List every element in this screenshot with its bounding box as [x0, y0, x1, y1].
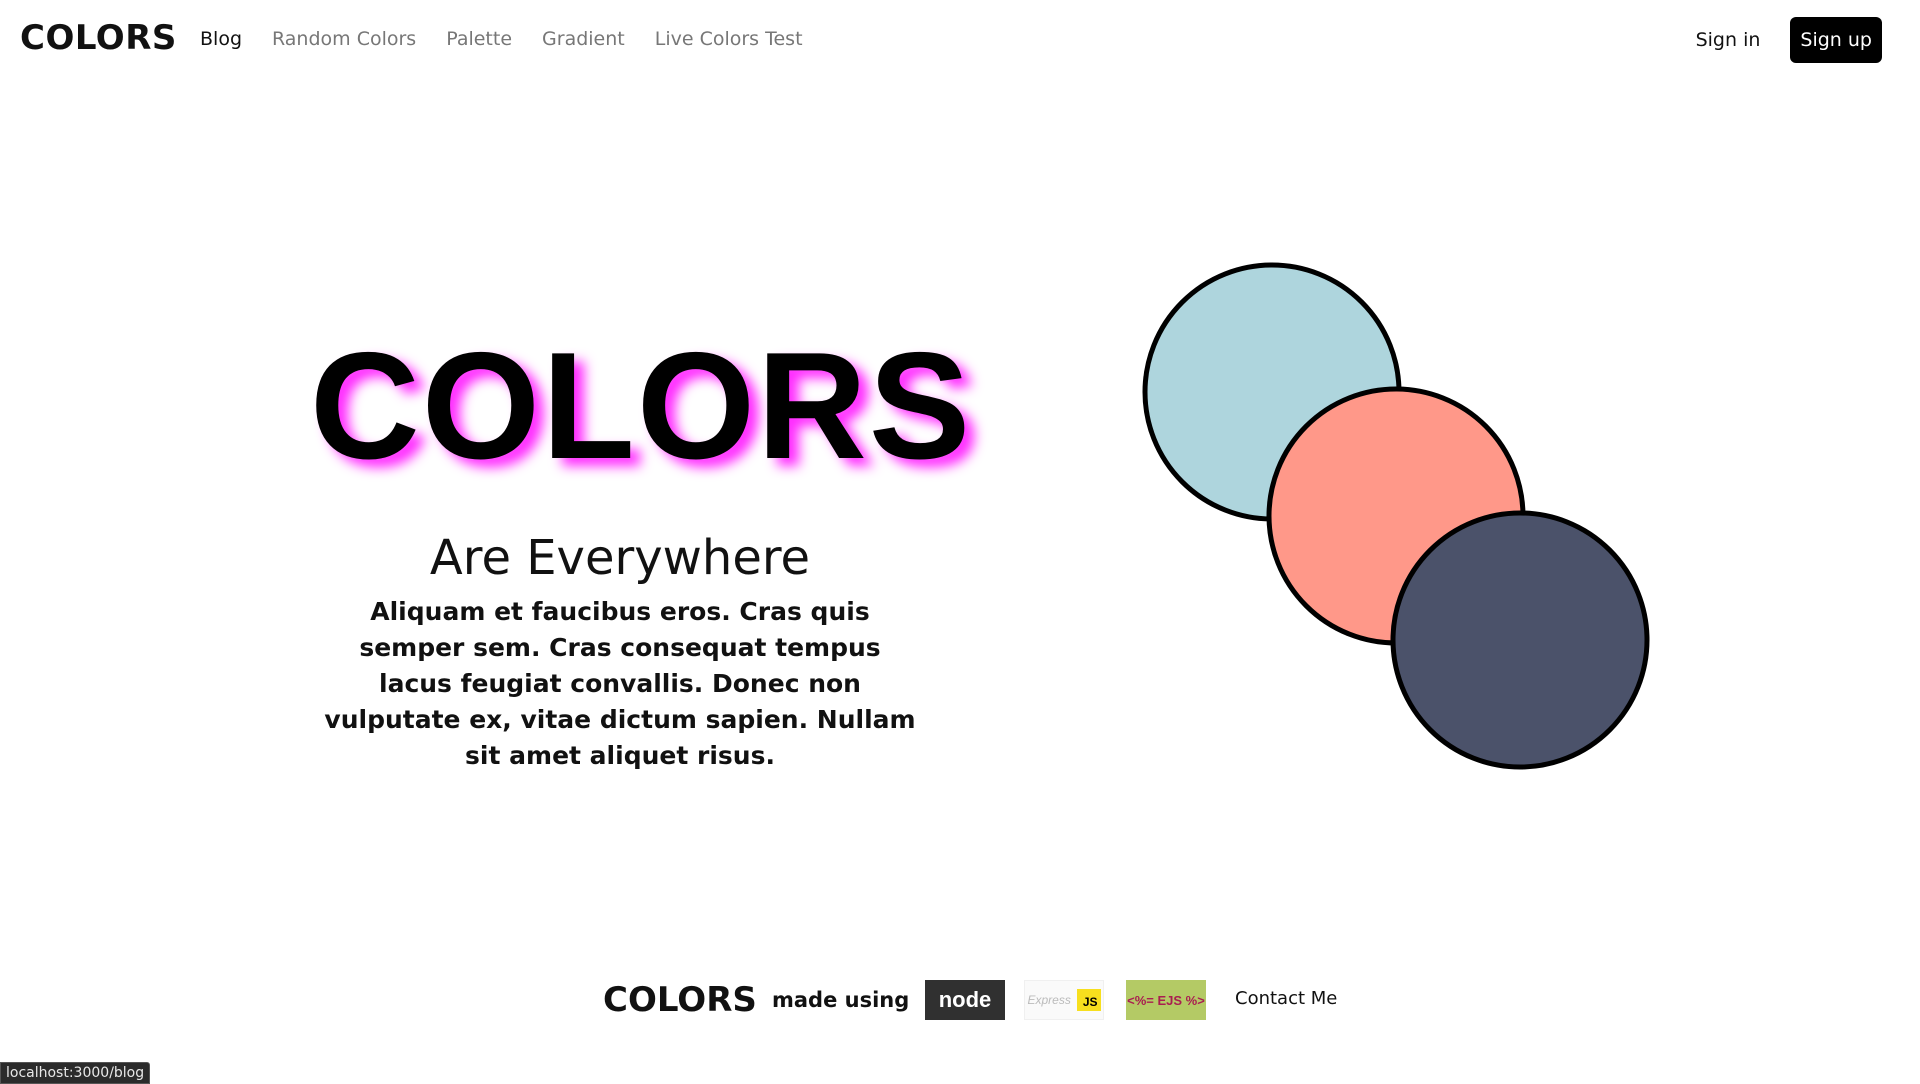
ejs-logo-text: <%= EJS %>	[1127, 992, 1205, 1008]
main-nav: Blog Random Colors Palette Gradient Live…	[200, 28, 833, 50]
nav-palette[interactable]: Palette	[446, 28, 512, 50]
nav-live-colors-test[interactable]: Live Colors Test	[655, 28, 803, 50]
hero-subtitle: Are Everywhere	[429, 530, 811, 586]
nav-random-colors[interactable]: Random Colors	[272, 28, 416, 50]
contact-me-link[interactable]: Contact Me	[1235, 988, 1337, 1009]
footer-brand[interactable]: COLORS	[603, 980, 757, 1020]
express-logo-text: Express	[1027, 993, 1071, 1007]
color-circles-illustration	[1142, 262, 1650, 770]
nodejs-logo: node	[925, 980, 1005, 1020]
nav-blog[interactable]: Blog	[200, 28, 242, 50]
top-navbar: COLORS Blog Random Colors Palette Gradie…	[0, 0, 1920, 82]
sign-in-link[interactable]: Sign in	[1696, 29, 1761, 51]
brand-logo[interactable]: COLORS	[20, 18, 177, 58]
auth-controls: Sign in Sign up	[1696, 17, 1882, 63]
express-logo: Express JS	[1024, 980, 1104, 1020]
footer: COLORS made using node Express JS <%= EJ…	[0, 980, 1920, 1040]
hero-title: COLORS	[310, 321, 973, 491]
nav-gradient[interactable]: Gradient	[542, 28, 625, 50]
sign-up-button[interactable]: Sign up	[1790, 17, 1882, 63]
circle-slate	[1390, 510, 1650, 770]
js-badge: JS	[1076, 989, 1101, 1011]
status-bar-url: localhost:3000/blog	[0, 1062, 151, 1084]
ejs-logo: <%= EJS %>	[1126, 980, 1206, 1020]
hero-description: Aliquam et faucibus eros. Cras quis semp…	[324, 597, 916, 770]
nodejs-logo-text: node	[938, 987, 992, 1012]
made-using-label: made using	[772, 988, 910, 1012]
